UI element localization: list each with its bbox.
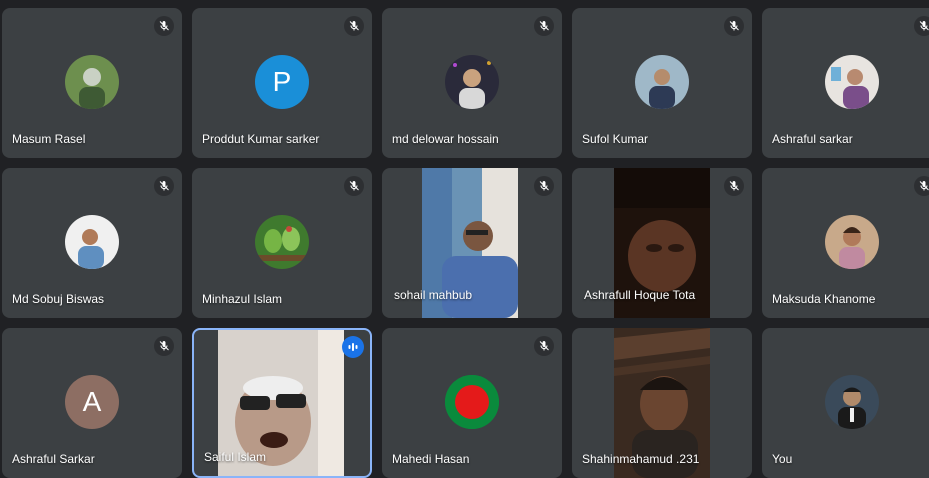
mic-off-icon <box>534 16 554 36</box>
participant-tile[interactable]: Maksuda Khanome <box>762 168 929 318</box>
participant-name: Saiful Islam <box>204 450 267 464</box>
participant-name: Mahedi Hasan <box>392 452 470 466</box>
mic-off-icon <box>724 176 744 196</box>
participant-tile[interactable]: sohail mahbub <box>382 168 562 318</box>
participant-name: Md Sobuj Biswas <box>12 292 105 306</box>
avatar-photo <box>825 55 879 109</box>
mic-off-icon <box>154 336 174 356</box>
avatar-photo <box>65 55 119 109</box>
avatar-letter: A <box>65 375 119 429</box>
avatar-photo <box>255 215 309 269</box>
participant-tile[interactable]: Sufol Kumar <box>572 8 752 158</box>
person-photo-icon <box>445 55 499 109</box>
participant-name: Ashraful Sarkar <box>12 452 95 466</box>
participant-tile[interactable]: A Ashraful Sarkar <box>2 328 182 478</box>
participant-tile-self[interactable]: You <box>762 328 929 478</box>
participant-name: Minhazul Islam <box>202 292 283 306</box>
participant-tile[interactable]: Shahinmahamud .231 <box>572 328 752 478</box>
participant-name: md delowar hossain <box>392 132 499 146</box>
participant-name: You <box>772 452 793 466</box>
participant-tile[interactable]: Masum Rasel <box>2 8 182 158</box>
participant-tile[interactable]: Ashrafull Hoque Tota <box>572 168 752 318</box>
mic-off-icon <box>344 16 364 36</box>
person-photo-icon <box>825 55 879 109</box>
participant-tile[interactable]: Minhazul Islam <box>192 168 372 318</box>
mic-off-icon <box>154 16 174 36</box>
avatar-photo <box>65 215 119 269</box>
participant-name: Sufol Kumar <box>582 132 649 146</box>
mic-off-icon <box>344 176 364 196</box>
bangladesh-flag-icon <box>445 375 499 429</box>
participant-name: Shahinmahamud .231 <box>582 452 700 466</box>
avatar-initial: A <box>82 386 102 417</box>
person-photo-icon <box>635 55 689 109</box>
participant-name: Ashraful sarkar <box>772 132 853 146</box>
mic-off-icon <box>154 176 174 196</box>
participant-name: Ashrafull Hoque Tota <box>584 288 696 302</box>
participant-tile[interactable]: Md Sobuj Biswas <box>2 168 182 318</box>
mic-off-icon <box>534 176 554 196</box>
participant-tile[interactable]: md delowar hossain <box>382 8 562 158</box>
avatar-letter: P <box>255 55 309 109</box>
avatar-initial: P <box>272 66 292 97</box>
mic-off-icon <box>534 336 554 356</box>
person-photo-icon <box>65 55 119 109</box>
participant-name: Masum Rasel <box>12 132 86 146</box>
participant-tile-speaking[interactable]: Saiful Islam <box>192 328 372 478</box>
mic-off-icon <box>724 16 744 36</box>
person-photo-icon <box>65 215 119 269</box>
person-photo-icon <box>825 215 879 269</box>
avatar-photo <box>445 55 499 109</box>
avatar-flag <box>445 375 499 429</box>
avatar-photo <box>635 55 689 109</box>
participant-grid: Masum Rasel P Proddut Kumar sarker md de… <box>0 0 929 478</box>
participant-name: sohail mahbub <box>394 288 473 302</box>
avatar-photo <box>825 375 879 429</box>
participant-tile[interactable]: Mahedi Hasan <box>382 328 562 478</box>
mic-off-icon <box>914 176 929 196</box>
avatar-photo <box>825 215 879 269</box>
participant-tile[interactable]: Ashraful sarkar <box>762 8 929 158</box>
parrots-photo-icon <box>255 215 309 269</box>
participant-name: Maksuda Khanome <box>772 292 876 306</box>
participant-tile[interactable]: P Proddut Kumar sarker <box>192 8 372 158</box>
participant-name: Proddut Kumar sarker <box>202 132 320 146</box>
mic-off-icon <box>914 16 929 36</box>
person-photo-icon <box>825 375 879 429</box>
audio-level-icon <box>342 336 364 358</box>
